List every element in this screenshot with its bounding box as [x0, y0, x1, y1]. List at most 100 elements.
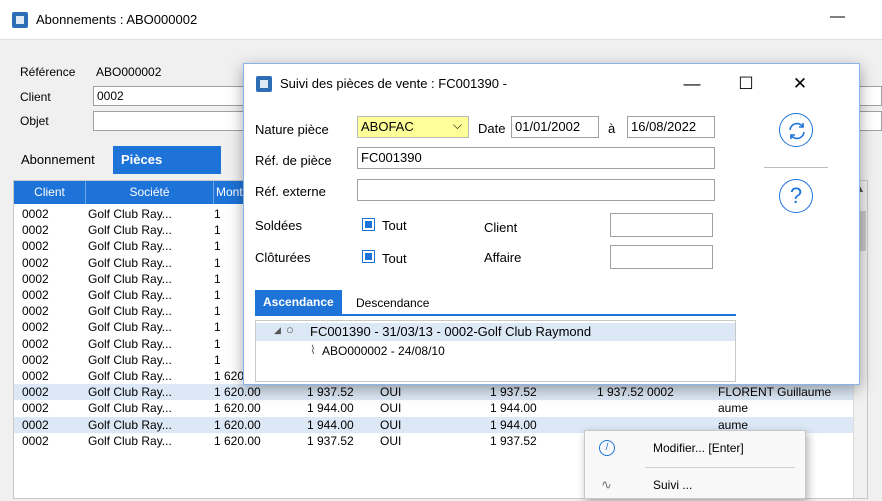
- table-cell-societe: Golf Club Ray...: [88, 336, 172, 351]
- table-row[interactable]: 0002 Golf Club Ray... 1 620.00 1 944.00 OUI 1…: [14, 400, 867, 416]
- col-client[interactable]: Client: [14, 181, 86, 204]
- table-cell-c6: 1 944.00: [490, 417, 537, 432]
- table-cell-montant: 1: [214, 207, 221, 221]
- tree-child-row[interactable]: ⌇ ABO000002 - 24/08/10: [256, 343, 735, 361]
- table-cell-c8: aume: [718, 401, 749, 416]
- soldees-label: Soldées: [255, 218, 302, 233]
- col-montant[interactable]: Monta: [214, 181, 249, 204]
- dialog-maximize-button[interactable]: ☐: [726, 72, 766, 96]
- table-cell-client: 0002: [22, 288, 49, 302]
- table-cell-client: 0002: [22, 369, 49, 383]
- tab-abonnement[interactable]: Abonnement: [13, 146, 103, 174]
- table-cell-societe: Golf Club Ray...: [88, 255, 172, 270]
- date-from-field[interactable]: 01/01/2002: [511, 116, 599, 138]
- dialog-minimize-button[interactable]: —: [672, 72, 712, 96]
- tree-root-row[interactable]: ◢ ○ FC001390 - 31/03/13 - 0002-Golf Club…: [256, 322, 735, 341]
- table-cell-client: 0002: [22, 304, 49, 319]
- dialog-title: Suivi des pièces de vente : FC001390 -: [280, 76, 507, 91]
- dialog-tabs: Ascendance Descendance: [255, 290, 736, 316]
- tree-child-label: ABO000002 - 24/08/10: [322, 344, 445, 358]
- table-cell-societe: Golf Club Ray...: [88, 320, 172, 335]
- expand-icon[interactable]: ◢: [274, 325, 281, 336]
- main-window: Abonnements : ABO000002 — Référence ABO0…: [0, 0, 882, 499]
- link-icon: ⌇: [310, 343, 316, 357]
- ref-externe-label: Réf. externe: [255, 184, 326, 199]
- client-label-dialog: Client: [484, 220, 518, 235]
- table-cell-societe: Golf Club Ray...: [88, 223, 172, 238]
- table-cell-c4: 1 944.00: [307, 401, 354, 416]
- table-cell-c4: 1 937.52: [307, 433, 354, 448]
- date-to-label: à: [608, 121, 616, 136]
- table-cell-montant: 1 620.00: [214, 401, 261, 416]
- table-cell-societe: Golf Club Ray...: [88, 433, 172, 448]
- table-cell-client: 0002: [22, 255, 49, 270]
- table-cell-c4: 1 944.00: [307, 417, 354, 432]
- table-cell-montant: 1 620.00: [214, 417, 261, 432]
- table-cell-client: 0002: [22, 223, 49, 238]
- client-field-edge: [858, 86, 882, 106]
- affaire-field[interactable]: [610, 245, 713, 269]
- main-minimize-button[interactable]: —: [830, 8, 845, 25]
- objet-field[interactable]: [93, 111, 245, 131]
- nature-select[interactable]: ABOFAC ⌵: [357, 116, 469, 138]
- table-cell-c5: OUI: [380, 417, 402, 432]
- table-cell-societe: Golf Club Ray...: [88, 239, 172, 254]
- cloturees-tout-label: Tout: [382, 251, 407, 266]
- table-cell-societe: Golf Club Ray...: [88, 417, 172, 432]
- table-cell-societe: Golf Club Ray...: [88, 271, 172, 286]
- chevron-down-icon: ⌵: [452, 118, 462, 132]
- soldees-checkbox[interactable]: [362, 218, 375, 231]
- button-divider: [764, 167, 828, 168]
- table-cell-client: 0002: [22, 417, 49, 432]
- menu-separator: [645, 467, 795, 468]
- table-cell-client: 0002: [22, 207, 49, 221]
- table-cell-montant: 1: [214, 352, 221, 367]
- client-field[interactable]: 0002: [93, 86, 245, 106]
- context-menu: / Modifier... [Enter] ∿ Suivi ...: [584, 430, 806, 499]
- date-to-field[interactable]: 16/08/2022: [627, 116, 715, 138]
- table-cell-c6: 1 937.52: [490, 433, 537, 448]
- table-cell-client: 0002: [22, 433, 49, 448]
- help-button[interactable]: ?: [779, 179, 813, 213]
- table-cell-c8: FLORENT Guillaume: [718, 385, 832, 400]
- table-cell-montant: 1 620.00: [214, 385, 261, 400]
- refresh-button[interactable]: [779, 113, 813, 147]
- nature-label: Nature pièce: [255, 122, 329, 137]
- table-cell-c5: OUI: [380, 385, 402, 400]
- dialog-app-icon: [256, 76, 272, 92]
- table-cell-montant: 1: [214, 304, 221, 319]
- ref-piece-field[interactable]: FC001390: [357, 147, 715, 169]
- client-field-dialog[interactable]: [610, 213, 713, 237]
- table-cell-societe: Golf Club Ray...: [88, 352, 172, 367]
- table-cell-montant: 1: [214, 255, 221, 270]
- search-icon: ○: [286, 322, 294, 337]
- table-row[interactable]: 0002 Golf Club Ray... 1 620.00 1 937.52 OUI 1…: [14, 384, 867, 401]
- table-cell-societe: Golf Club Ray...: [88, 385, 172, 400]
- menu-item-modifier[interactable]: / Modifier... [Enter]: [585, 435, 805, 465]
- tab-pieces[interactable]: Pièces: [113, 146, 221, 174]
- table-cell-client: 0002: [22, 385, 49, 400]
- table-cell-montant: 1: [214, 288, 221, 302]
- tab-ascendance[interactable]: Ascendance: [255, 290, 342, 314]
- menu-item-modifier-label: Modifier... [Enter]: [653, 441, 744, 455]
- help-icon: ?: [789, 183, 803, 208]
- main-titlebar: Abonnements : ABO000002 —: [0, 0, 882, 40]
- table-cell-c5: OUI: [380, 401, 402, 416]
- menu-item-suivi[interactable]: ∿ Suivi ...: [585, 471, 805, 501]
- ref-externe-field[interactable]: [357, 179, 715, 201]
- refresh-icon: [789, 122, 805, 140]
- cloturees-checkbox[interactable]: [362, 250, 375, 263]
- table-cell-client: 0002: [22, 401, 49, 416]
- table-cell-societe: Golf Club Ray...: [88, 207, 172, 221]
- reference-label: Référence: [20, 65, 76, 79]
- piece-tree: ◢ ○ FC001390 - 31/03/13 - 0002-Golf Club…: [255, 320, 736, 382]
- menu-item-suivi-label: Suivi ...: [653, 478, 693, 492]
- col-societe[interactable]: Société: [86, 181, 214, 204]
- tab-descendance[interactable]: Descendance: [348, 290, 437, 314]
- dialog-close-button[interactable]: ✕: [780, 72, 820, 96]
- date-label: Date: [478, 121, 506, 136]
- table-cell-montant: 1: [214, 271, 221, 286]
- table-cell-c7: 1 937.52 0002: [597, 385, 674, 400]
- reference-value: ABO000002: [96, 65, 162, 79]
- edit-icon: /: [599, 440, 615, 456]
